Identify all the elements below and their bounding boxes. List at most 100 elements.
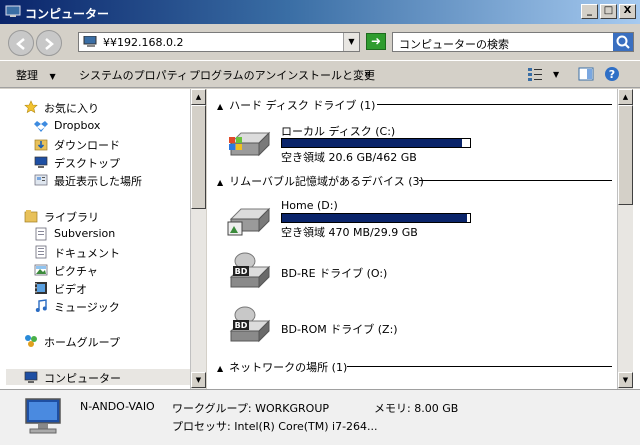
videos-icon [35,282,47,294]
drive-free-space: 空き領域 20.6 GB/462 GB [281,151,417,164]
desktop-icon [34,156,48,168]
organize-label: 整理 [16,69,38,82]
documents-icon [35,245,47,259]
svg-text:BD: BD [235,321,248,330]
nav-downloads-label: ダウンロード [54,139,120,152]
close-button[interactable]: X [619,4,636,19]
title-bar[interactable]: コンピューター _ □ X [0,0,640,24]
drive-item-o[interactable]: BD BD-RE ドライブ (O:) [227,251,487,291]
recent-places-icon [34,174,48,186]
content-pane: ▲ ハード ディスク ドライブ (1) ローカル ディスク (C:) 空き領域 2… [207,89,640,389]
scroll-thumb[interactable] [618,105,633,205]
help-icon[interactable]: ? [604,66,620,82]
drive-free-portion [461,139,470,147]
window-title: コンピューター [25,7,110,21]
system-properties-button[interactable]: システムのプロパティ [79,67,188,83]
details-pane: N-ANDO-VAIO ワークグループ: WORKGROUP メモリ: 8.00… [0,389,640,445]
view-dropdown-icon[interactable]: ▼ [553,70,559,79]
nav-pictures-label: ピクチャ [54,265,98,278]
drive-name: Home (D:) [281,199,338,212]
drive-name: BD-RE ドライブ (O:) [281,267,388,280]
nav-documents-label: ドキュメント [54,247,120,260]
removable-drive-icon [227,207,271,236]
search-input[interactable]: コンピューターの検索 [399,36,509,52]
nav-libraries-label: ライブラリ [44,211,99,224]
command-bar: 整理 ▼ システムのプロパティ プログラムのアンインストールと変更 » ▼ ? [0,60,640,88]
memory-info: メモリ: 8.00 GB [374,402,459,415]
star-icon [24,100,38,114]
scroll-down-button[interactable]: ▼ [618,372,633,388]
drive-item-z[interactable]: BD BD-ROM ドライブ (Z:) [227,305,487,345]
view-options-icon[interactable] [527,66,543,82]
library-icon [24,210,38,223]
homegroup-icon [25,335,37,347]
nav-desktop-label: デスクトップ [54,157,120,170]
svg-text:?: ? [609,68,615,81]
nav-computer[interactable]: コンピューター [6,369,190,385]
more-commands-button[interactable]: » [364,67,371,80]
uninstall-programs-button[interactable]: プログラムのアンインストールと変更 [189,67,375,83]
drive-item-c[interactable]: ローカル ディスク (C:) 空き領域 20.6 GB/462 GB [227,121,487,164]
bd-drive-icon: BD [229,306,271,343]
nav-recent-places-label: 最近表示した場所 [54,175,142,188]
group-divider [377,104,612,105]
nav-dropbox-label: Dropbox [54,119,101,132]
address-bar[interactable]: ¥¥192.168.0.2 ▼ [78,32,360,52]
scroll-down-button[interactable]: ▼ [191,372,206,388]
nav-videos-label: ビデオ [54,283,87,296]
search-icon [616,35,630,49]
forward-arrow-icon [45,38,54,50]
nav-subversion-label: Subversion [54,227,116,240]
address-text[interactable]: ¥¥192.168.0.2 [103,36,183,49]
drive-name: BD-ROM ドライブ (Z:) [281,323,398,336]
nav-computer-label: コンピューター [44,372,121,385]
maximize-button[interactable]: □ [600,4,617,19]
chevron-down-icon: ▼ [49,72,56,81]
navigation-bar: ¥¥192.168.0.2 ▼ ➜ コンピューターの検索 [0,24,640,60]
processor-info: プロセッサ: Intel(R) Core(TM) i7-264... [172,420,378,433]
music-icon [35,299,47,312]
group-label: ネットワークの場所 (1) [229,361,348,374]
dropbox-icon [34,121,48,132]
content-scrollbar[interactable]: ▲ ▼ [617,89,633,389]
search-button[interactable] [613,33,633,51]
collapse-triangle-icon: ▲ [217,102,224,111]
navigation-pane: お気に入り Dropbox ダウンロード デスクトップ 最近表示した場所 ライブ… [0,89,206,389]
bd-drive-icon: BD [229,252,271,289]
minimize-button[interactable]: _ [581,4,598,19]
computer-icon [24,371,38,383]
group-header-hard-disks[interactable]: ▲ ハード ディスク ドライブ (1) [217,97,375,113]
computer-icon [25,398,61,434]
nav-favorites-label: お気に入り [44,102,99,115]
back-button[interactable] [8,30,34,56]
document-icon [35,227,47,241]
scroll-up-button[interactable]: ▲ [191,89,206,105]
pictures-icon [34,264,48,276]
computer-name: N-ANDO-VAIO [80,400,155,413]
svg-text:BD: BD [235,267,248,276]
back-arrow-icon [16,38,25,50]
drive-usage-bar [281,138,471,148]
drive-usage-bar [281,213,471,223]
drive-free-portion [467,214,470,222]
group-divider [419,180,612,181]
nav-pane-scrollbar[interactable]: ▲ ▼ [190,89,206,389]
computer-icon [5,5,21,17]
drive-free-space: 空き領域 470 MB/29.9 GB [281,226,418,239]
address-dropdown-button[interactable]: ▼ [343,33,359,51]
drive-item-d[interactable]: Home (D:) 空き領域 470 MB/29.9 GB [227,197,487,241]
organize-menu[interactable]: 整理 ▼ [16,67,56,83]
preview-pane-icon[interactable] [578,66,594,82]
collapse-triangle-icon: ▲ [217,364,224,373]
computer-icon [83,36,97,47]
download-folder-icon [34,139,48,151]
group-header-removable[interactable]: ▲ リムーバブル記憶域があるデバイス (3) [217,173,424,189]
nav-music-label: ミュージック [54,301,120,314]
search-box[interactable]: コンピューターの検索 [392,32,634,52]
group-header-network[interactable]: ▲ ネットワークの場所 (1) [217,359,347,375]
go-button[interactable]: ➜ [366,33,386,50]
nav-homegroup-label: ホームグループ [44,336,121,349]
forward-button[interactable] [36,30,62,56]
scroll-up-button[interactable]: ▲ [618,89,633,105]
scroll-thumb[interactable] [191,105,206,209]
